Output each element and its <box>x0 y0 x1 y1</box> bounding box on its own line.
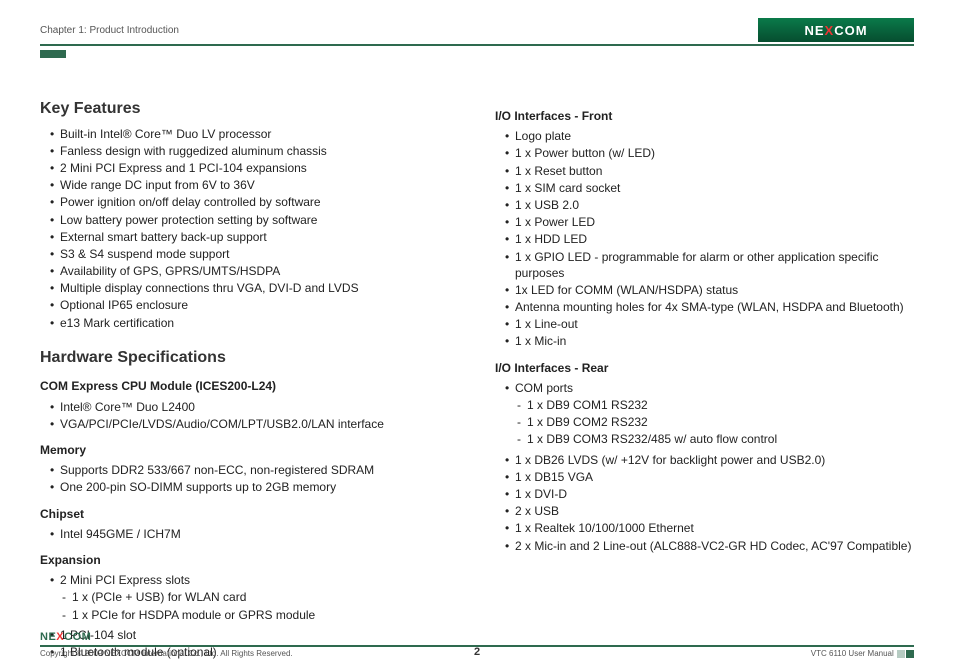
list-item: e13 Mark certification <box>50 315 459 331</box>
list-item: 1 x DVI-D <box>505 486 914 502</box>
list-item: 1 x DB9 COM1 RS232 <box>517 397 914 413</box>
footer-square-icon <box>906 650 914 658</box>
manual-name: VTC 6110 User Manual <box>811 649 914 658</box>
list-item: Multiple display connections thru VGA, D… <box>50 280 459 296</box>
footer-logo-post: COM <box>64 631 91 643</box>
list-item: 1 x PCIe for HSDPA module or GPRS module <box>62 607 459 623</box>
footer-logo: NEXCOM <box>40 631 914 643</box>
heading-chipset: Chipset <box>40 506 459 522</box>
list-item: Built-in Intel® Core™ Duo LV processor <box>50 126 459 142</box>
list-item: Wide range DC input from 6V to 36V <box>50 177 459 193</box>
list-item: 1 x Power LED <box>505 214 914 230</box>
logo-x: X <box>825 23 835 38</box>
list-item: 1 x USB 2.0 <box>505 197 914 213</box>
footer-logo-pre: NE <box>40 631 56 643</box>
list-item: Power ignition on/off delay controlled b… <box>50 194 459 210</box>
list-item: VGA/PCI/PCIe/LVDS/Audio/COM/LPT/USB2.0/L… <box>50 416 459 432</box>
manual-text: VTC 6110 User Manual <box>811 649 894 658</box>
right-column: I/O Interfaces - Front Logo plate 1 x Po… <box>495 98 914 664</box>
logo-pre: NE <box>804 23 824 38</box>
list-item: Availability of GPS, GPRS/UMTS/HSDPA <box>50 263 459 279</box>
list-item: 1x LED for COMM (WLAN/HSDPA) status <box>505 282 914 298</box>
key-features-list: Built-in Intel® Core™ Duo LV processor F… <box>40 126 459 331</box>
list-item: 2 Mini PCI Express and 1 PCI-104 expansi… <box>50 160 459 176</box>
logo-post: COM <box>834 23 867 38</box>
list-item: 1 x DB9 COM3 RS232/485 w/ auto flow cont… <box>517 431 914 447</box>
list-item: Supports DDR2 533/667 non-ECC, non-regis… <box>50 462 459 478</box>
footer-square-icon <box>897 650 905 658</box>
list-item: 1 x GPIO LED - programmable for alarm or… <box>505 249 914 281</box>
heading-io-rear: I/O Interfaces - Rear <box>495 360 914 376</box>
list-item: 2 x Mic-in and 2 Line-out (ALC888-VC2-GR… <box>505 538 914 554</box>
list-item: 1 x Reset button <box>505 163 914 179</box>
chipset-list: Intel 945GME / ICH7M <box>40 526 459 542</box>
accent-stub <box>40 50 66 58</box>
list-item: One 200-pin SO-DIMM supports up to 2GB m… <box>50 479 459 495</box>
list-item: 1 x Realtek 10/100/1000 Ethernet <box>505 520 914 536</box>
expansion-sublist: 1 x (PCIe + USB) for WLAN card 1 x PCIe … <box>50 589 459 622</box>
list-item: 2 x USB <box>505 503 914 519</box>
heading-io-front: I/O Interfaces - Front <box>495 108 914 124</box>
list-item: Intel® Core™ Duo L2400 <box>50 399 459 415</box>
list-item: 1 x SIM card socket <box>505 180 914 196</box>
heading-memory: Memory <box>40 442 459 458</box>
list-item: 1 x Line-out <box>505 316 914 332</box>
io-front-list: Logo plate 1 x Power button (w/ LED) 1 x… <box>495 128 914 349</box>
chapter-label: Chapter 1: Product Introduction <box>40 25 179 36</box>
list-item: 1 x Power button (w/ LED) <box>505 145 914 161</box>
heading-expansion: Expansion <box>40 552 459 568</box>
header-rule <box>40 44 914 46</box>
list-item: 1 x HDD LED <box>505 231 914 247</box>
list-item: Optional IP65 enclosure <box>50 297 459 313</box>
list-item: Intel 945GME / ICH7M <box>50 526 459 542</box>
list-item: Logo plate <box>505 128 914 144</box>
com-module-list: Intel® Core™ Duo L2400 VGA/PCI/PCIe/LVDS… <box>40 399 459 432</box>
io-rear-sublist: 1 x DB9 COM1 RS232 1 x DB9 COM2 RS232 1 … <box>505 397 914 448</box>
io-rear-list: COM ports 1 x DB9 COM1 RS232 1 x DB9 COM… <box>495 380 914 554</box>
brand-logo: NEXCOM <box>758 18 914 42</box>
list-item: 2 Mini PCI Express slots <box>50 572 459 588</box>
list-item: Low battery power protection setting by … <box>50 212 459 228</box>
list-item: 1 x Mic-in <box>505 333 914 349</box>
list-item: S3 & S4 suspend mode support <box>50 246 459 262</box>
copyright-text: Copyright © 2009 NEXCOM International Co… <box>40 649 293 658</box>
heading-hw-spec: Hardware Specifications <box>40 347 459 369</box>
left-column: Key Features Built-in Intel® Core™ Duo L… <box>40 98 459 664</box>
list-item: Fanless design with ruggedized aluminum … <box>50 143 459 159</box>
list-item: COM ports <box>505 380 914 396</box>
list-item: 1 x DB15 VGA <box>505 469 914 485</box>
list-item: Antenna mounting holes for 4x SMA-type (… <box>505 299 914 315</box>
list-item: External smart battery back-up support <box>50 229 459 245</box>
list-item: 1 x DB26 LVDS (w/ +12V for backlight pow… <box>505 452 914 468</box>
list-item: 1 x DB9 COM2 RS232 <box>517 414 914 430</box>
list-item: 1 x (PCIe + USB) for WLAN card <box>62 589 459 605</box>
heading-com-module: COM Express CPU Module (ICES200-L24) <box>40 378 459 394</box>
memory-list: Supports DDR2 533/667 non-ECC, non-regis… <box>40 462 459 495</box>
heading-key-features: Key Features <box>40 98 459 120</box>
footer-logo-x: X <box>56 631 64 643</box>
page-number: 2 <box>474 646 480 658</box>
